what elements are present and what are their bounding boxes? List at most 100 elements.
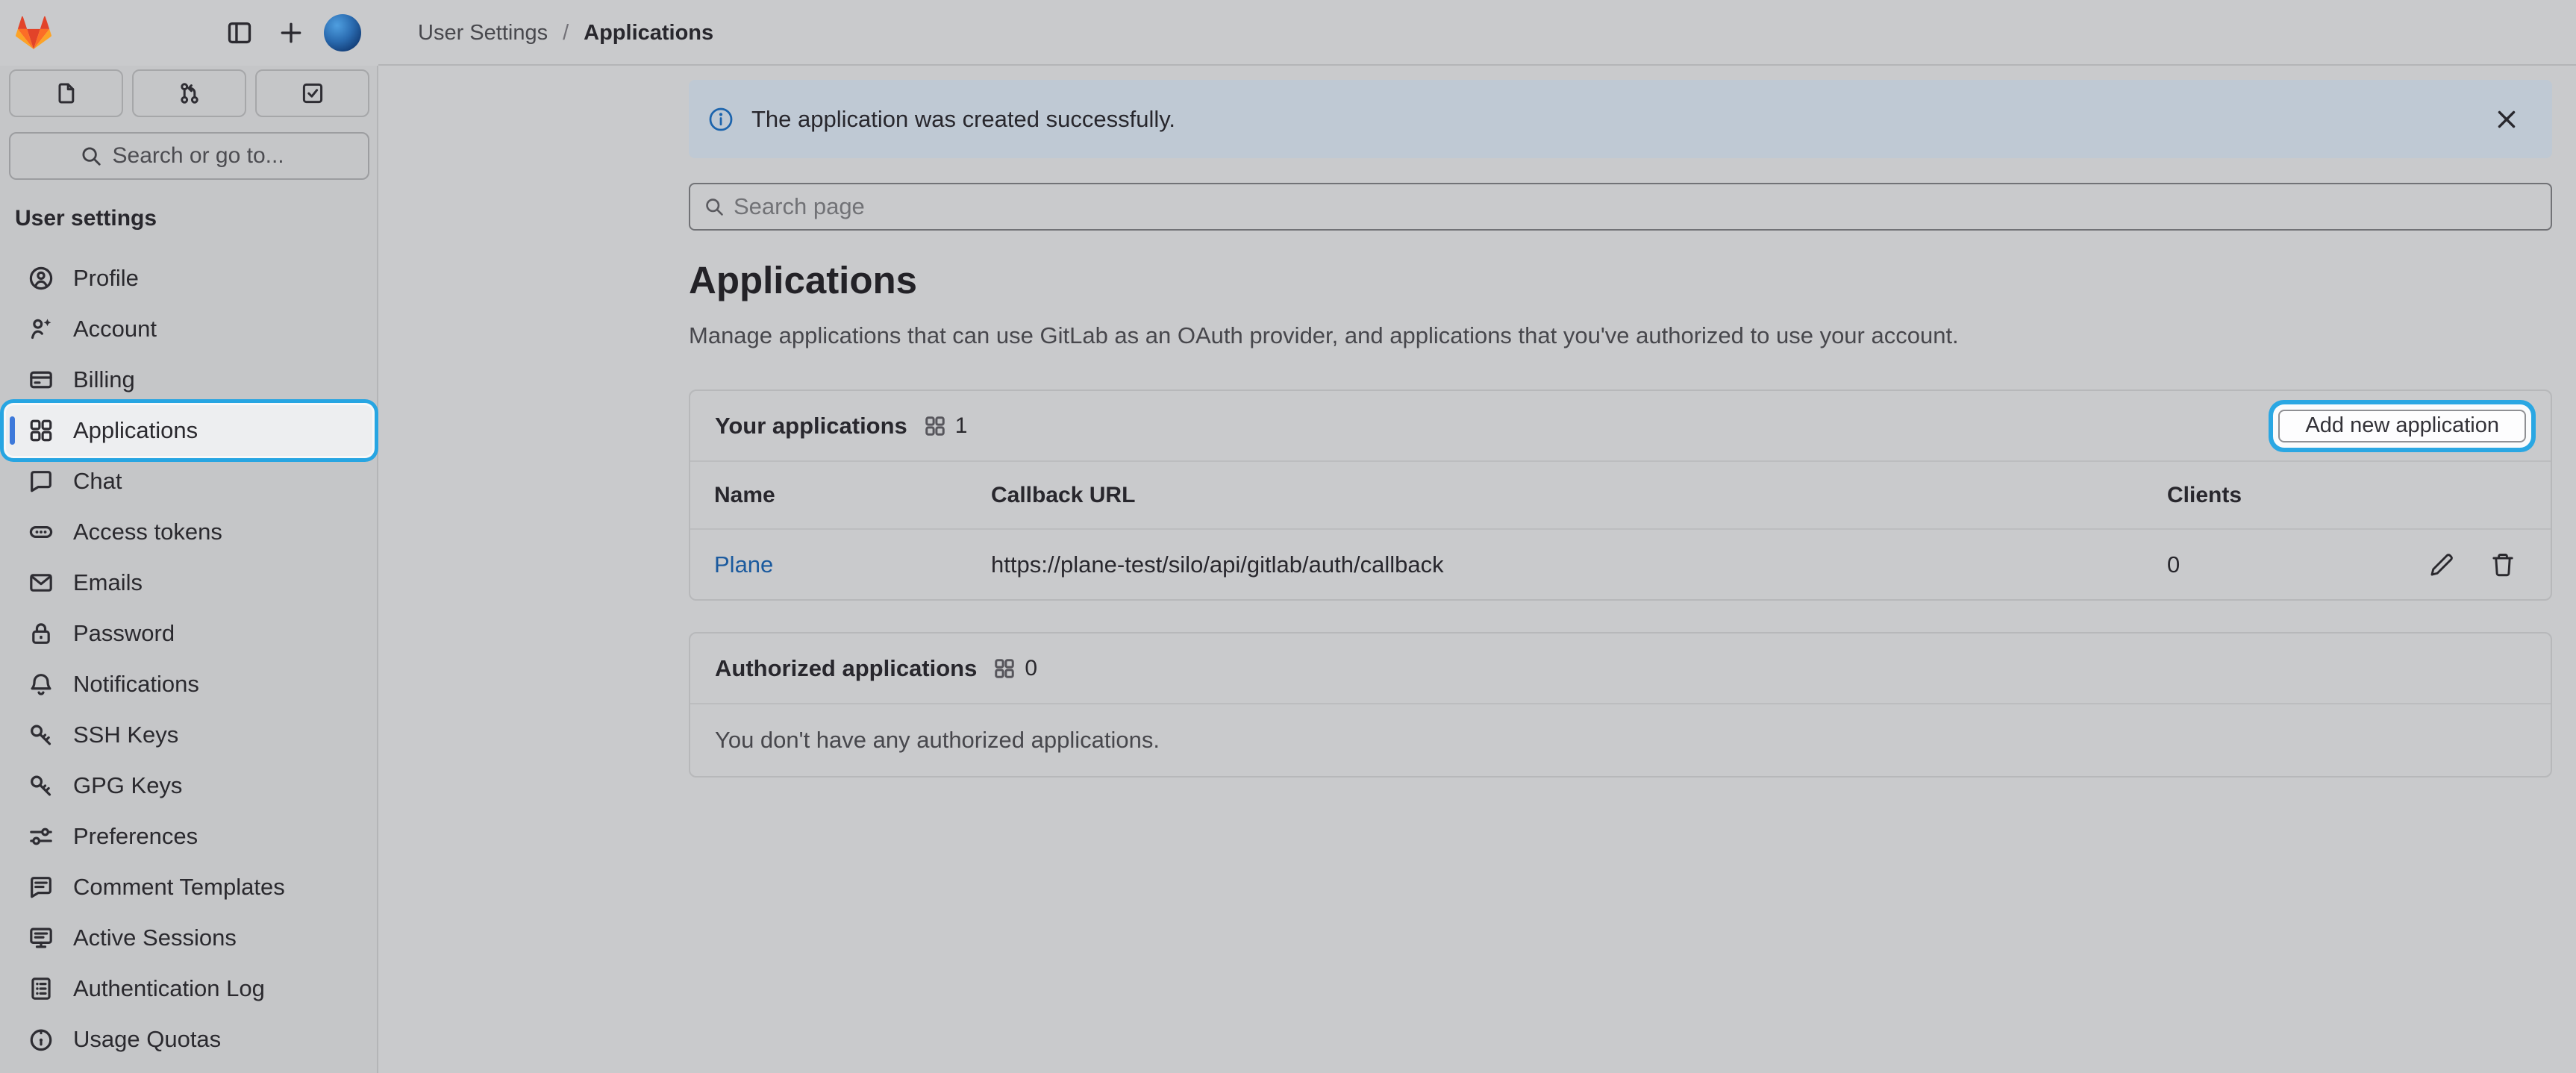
- profile-icon: [28, 266, 54, 291]
- sidebar-item-profile[interactable]: Profile: [6, 253, 372, 304]
- alert-message: The application was created successfully…: [751, 106, 2476, 133]
- your-applications-count: 1: [924, 413, 968, 439]
- comment-templates-icon: [28, 875, 54, 900]
- sidebar-item-applications[interactable]: Applications: [6, 405, 372, 456]
- sidebar-item-active-sessions[interactable]: Active Sessions: [6, 913, 372, 963]
- topbar: User Settings / Applications: [0, 0, 2576, 66]
- todo-icon: [301, 81, 325, 105]
- breadcrumb-user-settings[interactable]: User Settings: [418, 21, 548, 46]
- sidebar-item-label: Usage Quotas: [73, 1026, 221, 1053]
- page-search-input[interactable]: [734, 193, 2537, 220]
- global-search[interactable]: [9, 132, 369, 180]
- authorized-applications-count: 0: [993, 656, 1037, 681]
- sidebar-nav: Profile Account Billing Application: [0, 253, 378, 1065]
- global-search-input[interactable]: [113, 143, 299, 169]
- application-link[interactable]: Plane: [714, 551, 773, 578]
- authorized-applications-empty-message: You don't have any authorized applicatio…: [690, 704, 2551, 776]
- edit-icon[interactable]: [2428, 551, 2455, 578]
- table-row: Plane https://plane-test/silo/api/gitlab…: [690, 528, 2551, 599]
- sidebar-item-label: Active Sessions: [73, 925, 237, 951]
- issues-shortcut-button[interactable]: [9, 69, 123, 117]
- sidebar-item-authentication-log[interactable]: Authentication Log: [6, 963, 372, 1014]
- billing-icon: [28, 367, 54, 392]
- sidebar-item-emails[interactable]: Emails: [6, 557, 372, 608]
- access-tokens-icon: [28, 519, 54, 545]
- sidebar-item-label: GPG Keys: [73, 772, 182, 799]
- usage-quotas-icon: [28, 1027, 54, 1052]
- column-header-name: Name: [690, 483, 967, 508]
- ssh-keys-icon: [28, 722, 54, 748]
- sidebar-item-label: Billing: [73, 366, 135, 393]
- sidebar-item-label: Notifications: [73, 671, 199, 698]
- sidebar-item-label: Access tokens: [73, 519, 222, 545]
- password-icon: [28, 621, 54, 646]
- sidebar-item-label: Emails: [73, 569, 143, 596]
- gpg-keys-icon: [28, 773, 54, 798]
- sidebar-item-billing[interactable]: Billing: [6, 354, 372, 405]
- sidebar-item-chat[interactable]: Chat: [6, 456, 372, 507]
- issues-icon: [54, 81, 78, 105]
- sidebar-item-label: SSH Keys: [73, 722, 178, 748]
- sidebar-top-fill: [0, 0, 378, 66]
- main-content: The application was created successfully…: [378, 66, 2576, 1073]
- column-header-callback-url: Callback URL: [967, 483, 2143, 508]
- chat-icon: [28, 469, 54, 494]
- sidebar-item-label: Authentication Log: [73, 975, 265, 1002]
- applications-icon: [924, 415, 946, 437]
- sidebar-item-label: Account: [73, 316, 157, 342]
- authorized-applications-title: Authorized applications: [715, 655, 977, 682]
- sidebar-item-label: Chat: [73, 468, 122, 495]
- notifications-icon: [28, 672, 54, 697]
- todo-shortcut-button[interactable]: [255, 69, 369, 117]
- authorized-applications-card: Authorized applications 0 You don't have…: [689, 632, 2552, 778]
- sidebar-item-label: Profile: [73, 265, 139, 292]
- sidebar-item-label: Applications: [73, 417, 198, 444]
- page-search[interactable]: [689, 183, 2552, 231]
- callback-url-cell: https://plane-test/silo/api/gitlab/auth/…: [967, 551, 2143, 578]
- sidebar-item-account[interactable]: Account: [6, 304, 372, 354]
- page-description: Manage applications that can use GitLab …: [689, 322, 1959, 349]
- your-applications-title: Your applications: [715, 413, 907, 439]
- emails-icon: [28, 570, 54, 595]
- your-applications-card: Your applications 1 Add new application …: [689, 390, 2552, 601]
- sidebar-item-access-tokens[interactable]: Access tokens: [6, 507, 372, 557]
- sidebar-item-preferences[interactable]: Preferences: [6, 811, 372, 862]
- breadcrumb-separator: /: [563, 21, 569, 46]
- alert-banner: The application was created successfully…: [689, 80, 2552, 158]
- sidebar-shortcuts: [9, 69, 369, 117]
- account-icon: [28, 316, 54, 342]
- search-icon: [80, 145, 102, 167]
- add-new-application-button[interactable]: Add new application: [2278, 410, 2526, 442]
- sidebar-item-label: Preferences: [73, 823, 198, 850]
- clients-cell: 0: [2143, 551, 2389, 578]
- breadcrumb-current: Applications: [584, 21, 713, 46]
- sidebar-item-password[interactable]: Password: [6, 608, 372, 659]
- sidebar-section-title: User settings: [15, 206, 157, 231]
- authorized-applications-header: Authorized applications 0: [690, 634, 2551, 704]
- merge-request-shortcut-button[interactable]: [132, 69, 246, 117]
- sidebar-item-label: Comment Templates: [73, 874, 285, 901]
- sidebar-item-ssh-keys[interactable]: SSH Keys: [6, 710, 372, 760]
- info-icon: [708, 107, 734, 132]
- close-icon[interactable]: [2494, 107, 2519, 132]
- applications-icon: [28, 418, 54, 443]
- column-header-clients: Clients: [2143, 483, 2389, 508]
- sidebar-item-comment-templates[interactable]: Comment Templates: [6, 862, 372, 913]
- merge-request-icon: [178, 81, 201, 105]
- active-sessions-icon: [28, 925, 54, 951]
- breadcrumb: User Settings / Applications: [418, 0, 713, 66]
- sidebar: User settings Profile Account Billin: [0, 66, 378, 1073]
- sidebar-item-label: Password: [73, 620, 175, 647]
- sidebar-item-usage-quotas[interactable]: Usage Quotas: [6, 1014, 372, 1065]
- count-value: 1: [955, 413, 968, 439]
- sidebar-item-notifications[interactable]: Notifications: [6, 659, 372, 710]
- trash-icon[interactable]: [2489, 551, 2516, 578]
- your-applications-header: Your applications 1 Add new application: [690, 391, 2551, 462]
- sidebar-item-gpg-keys[interactable]: GPG Keys: [6, 760, 372, 811]
- applications-icon: [993, 657, 1016, 680]
- page-title: Applications: [689, 258, 917, 302]
- applications-table-header: Name Callback URL Clients: [690, 462, 2551, 528]
- authentication-log-icon: [28, 976, 54, 1001]
- row-actions: [2389, 551, 2551, 578]
- preferences-icon: [28, 824, 54, 849]
